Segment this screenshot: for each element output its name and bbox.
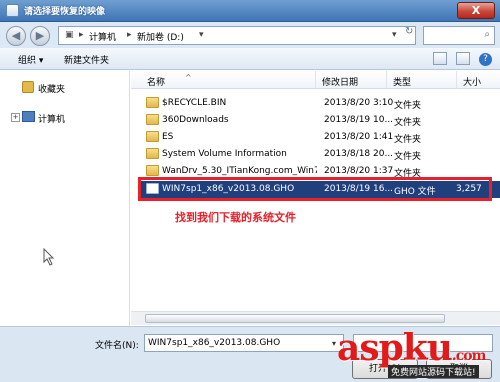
back-button[interactable]: ◀: [6, 26, 26, 46]
column-size[interactable]: 大小: [463, 75, 481, 88]
expand-icon[interactable]: +: [11, 113, 20, 122]
view-icon[interactable]: [433, 52, 448, 65]
column-type[interactable]: 类型: [393, 75, 411, 88]
file-row[interactable]: 360Downloads 2013/8/19 10... 文件夹: [138, 112, 500, 129]
file-row[interactable]: ES 2013/8/20 1:41 文件夹: [138, 129, 500, 146]
toolbar: 组织 ▾ 新建文件夹 ?: [0, 48, 500, 70]
file-date: 2013/8/20 1:41: [324, 132, 394, 142]
nav-item-label: 计算机: [38, 115, 66, 125]
folder-icon: [146, 131, 159, 142]
file-type: 文件夹: [394, 118, 422, 128]
file-date: 2013/8/20 1:37: [324, 166, 394, 176]
watermark-subtitle: 免费网站源码下载站!: [388, 365, 479, 378]
column-divider[interactable]: [315, 71, 316, 89]
address-bar[interactable]: ▣ ▸ 计算机 ▸ 新加卷 (D:) ▾ ▾: [58, 26, 416, 45]
chevron-down-icon[interactable]: ▾: [392, 30, 397, 40]
organize-button[interactable]: 组织 ▾: [18, 53, 43, 66]
window-title: 请选择要恢复的映像: [24, 7, 106, 17]
file-row[interactable]: System Volume Information 2013/8/18 20..…: [138, 146, 500, 163]
column-date[interactable]: 修改日期: [322, 75, 358, 88]
filename-label: 文件名(N):: [95, 341, 139, 351]
path-separator-icon: ▸: [79, 30, 84, 40]
file-name: System Volume Information: [162, 149, 287, 159]
file-date: 2013/8/18 20...: [324, 149, 394, 159]
column-divider[interactable]: [386, 71, 387, 89]
chevron-down-icon[interactable]: ▾: [332, 339, 336, 348]
column-header: 名称 ^ 修改日期 类型 大小: [131, 71, 500, 89]
view-controls: ?: [427, 52, 492, 66]
folder-icon: [146, 148, 159, 159]
address-row: ◀ ▶ ▣ ▸ 计算机 ▸ 新加卷 (D:) ▾ ▾ ↻ ⌕: [0, 22, 500, 48]
folder-icon: [146, 165, 159, 176]
filename-value: WIN7sp1_x86_v2013.08.GHO: [148, 338, 281, 348]
annotation-text: 找到我们下载的系统文件: [175, 211, 296, 224]
folder-icon: [146, 114, 159, 125]
chevron-down-icon[interactable]: ▾: [199, 30, 204, 40]
window-icon: [6, 4, 19, 17]
search-icon: ⌕: [484, 29, 490, 40]
column-name[interactable]: 名称 ^: [147, 73, 192, 88]
column-divider[interactable]: [456, 71, 457, 89]
navigation-pane: 收藏夹 + 计算机: [0, 71, 130, 329]
computer-icon: ▣: [65, 30, 74, 40]
new-folder-button[interactable]: 新建文件夹: [64, 53, 109, 66]
refresh-icon[interactable]: ↻: [405, 26, 413, 37]
computer-icon: [22, 111, 35, 122]
file-date: 2013/8/19 10...: [324, 115, 394, 125]
file-row[interactable]: $RECYCLE.BIN 2013/8/20 3:10 文件夹: [138, 95, 500, 112]
close-button[interactable]: X: [457, 2, 495, 19]
breadcrumb-computer[interactable]: 计算机: [89, 30, 116, 43]
search-input[interactable]: ⌕: [423, 26, 495, 45]
breadcrumb-drive[interactable]: 新加卷 (D:): [137, 30, 184, 43]
preview-pane-icon[interactable]: [456, 52, 471, 65]
folder-icon: [146, 97, 159, 108]
mouse-cursor-icon: [43, 248, 55, 266]
watermark-logo: aspku.com: [337, 327, 487, 369]
file-name: 360Downloads: [162, 115, 229, 125]
help-icon[interactable]: ?: [479, 53, 492, 66]
watermark-text: aspku: [337, 327, 453, 369]
sort-ascending-icon: ^: [185, 73, 192, 82]
horizontal-scrollbar[interactable]: [131, 311, 500, 325]
file-name: $RECYCLE.BIN: [162, 98, 227, 108]
file-type: 文件夹: [394, 101, 422, 111]
file-type: 文件夹: [394, 152, 422, 162]
star-folder-icon: [22, 81, 34, 93]
highlight-box: [138, 177, 492, 201]
scrollbar-thumb[interactable]: [145, 314, 445, 323]
nav-item-label: 收藏夹: [38, 85, 66, 95]
title-bar: 请选择要恢复的映像 X: [0, 0, 500, 22]
file-date: 2013/8/20 3:10: [324, 98, 394, 108]
file-type: 文件夹: [394, 135, 422, 145]
watermark-suffix: .com: [451, 348, 487, 364]
file-name: WanDrv_5.30_ITianKong.com_Win7...: [162, 166, 317, 176]
forward-button[interactable]: ▶: [30, 26, 50, 46]
column-name-label: 名称: [147, 78, 166, 88]
filename-input[interactable]: WIN7sp1_x86_v2013.08.GHO: [144, 334, 344, 352]
file-name: ES: [162, 132, 174, 142]
path-separator-icon: ▸: [127, 30, 132, 40]
